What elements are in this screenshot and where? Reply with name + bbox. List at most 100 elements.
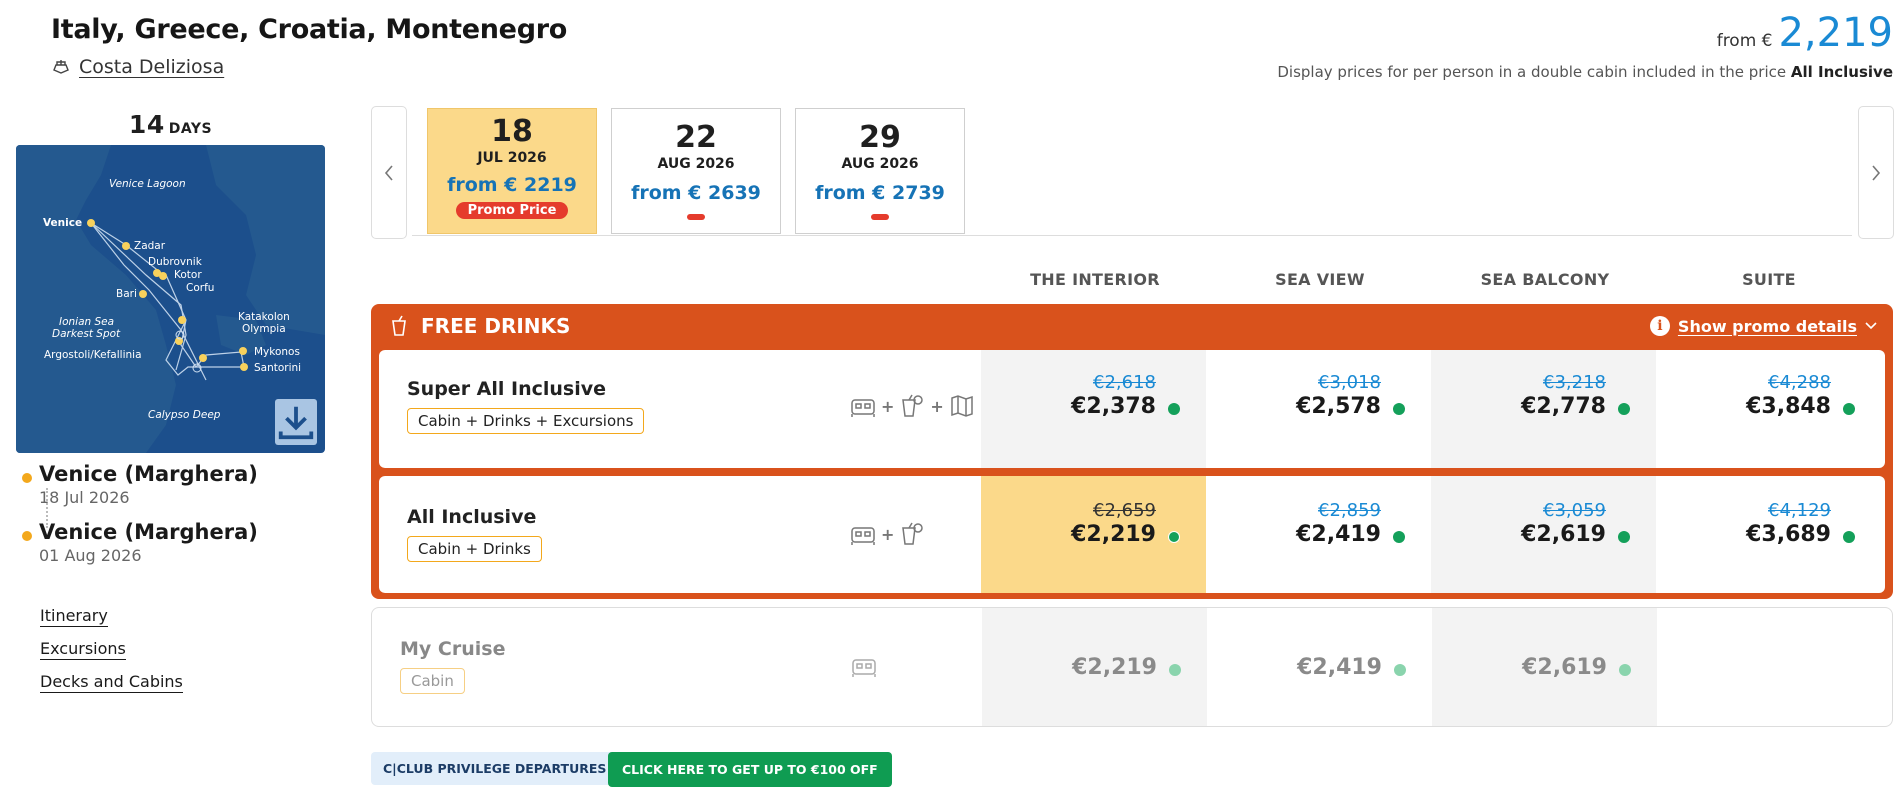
info-icon: i [1649, 316, 1670, 336]
price-cell-suite[interactable]: €4,288 €3,848 [1656, 350, 1881, 468]
date-month: AUG 2026 [841, 156, 919, 172]
package-super-all-inclusive: Super All Inclusive Cabin + Drinks + Exc… [379, 350, 1885, 468]
old-price: €2,659 [1093, 500, 1156, 521]
date-month: JUL 2026 [477, 150, 547, 166]
price-cell-sea-view[interactable]: €3,018 €2,578 [1206, 350, 1431, 468]
map-label-venice: Venice [43, 217, 82, 229]
date-price: from € 2639 [631, 182, 761, 204]
map-label-santorini: Santorini [254, 362, 301, 374]
date-option-18-jul[interactable]: 18 JUL 2026 from € 2219 Promo Price [427, 108, 597, 234]
stop-arrival: Venice (Marghera) 01 Aug 2026 [20, 520, 320, 578]
promo-badge: Promo Price [455, 202, 569, 219]
price-cell-suite-empty [1657, 608, 1882, 726]
promo-indicator [871, 214, 889, 220]
days-number: 14 [128, 110, 165, 139]
drinks-icon [902, 522, 924, 545]
package-name: Super All Inclusive [407, 378, 607, 400]
cabin-icon [851, 527, 875, 545]
plus-sign: + [881, 524, 895, 544]
date-month: AUG 2026 [657, 156, 735, 172]
availability-dot [1169, 664, 1181, 676]
price-cell-sea-view[interactable]: €2,859 €2,419 [1206, 476, 1431, 593]
header-price: from € 2,219 [1717, 10, 1893, 56]
price-note: Display prices for per person in a doubl… [1277, 63, 1893, 81]
column-interior: THE INTERIOR [1030, 270, 1160, 289]
stop-port: Venice (Marghera) [39, 462, 258, 486]
availability-dot [1618, 403, 1630, 415]
current-price: €2,219 [1071, 522, 1156, 547]
price-note-bold: All Inclusive [1790, 63, 1893, 81]
drink-icon [392, 315, 406, 336]
cclub-privilege-button[interactable]: C|CLUB PRIVILEGE DEPARTURES [371, 752, 619, 785]
date-day: 18 [491, 114, 533, 149]
date-option-22-aug[interactable]: 22 AUG 2026 from € 2639 [611, 108, 781, 234]
map-label-darkest-spot: Darkest Spot [52, 328, 121, 340]
ship-link[interactable]: Costa Deliziosa [51, 56, 224, 78]
old-price: €3,218 [1543, 372, 1606, 393]
date-option-29-aug[interactable]: 29 AUG 2026 from € 2739 [795, 108, 965, 234]
current-price: €2,378 [1071, 394, 1156, 419]
package-my-cruise: My Cruise Cabin €2,219 €2,419 €2,619 [371, 607, 1893, 727]
link-excursions[interactable]: Excursions [40, 639, 126, 660]
itinerary-map[interactable]: Venice Lagoon Venice Zadar Dubrovnik Kot… [16, 145, 325, 453]
old-price: €2,618 [1093, 372, 1156, 393]
cabin-icon [852, 659, 876, 677]
availability-dot [1168, 531, 1180, 543]
map-label-bari: Bari [116, 288, 137, 300]
page-title: Italy, Greece, Croatia, Montenegro [51, 14, 567, 45]
price-note-text: Display prices for per person in a doubl… [1277, 63, 1787, 81]
price-from-value: 2,219 [1778, 10, 1893, 56]
chevron-right-icon [1872, 164, 1881, 181]
promo-title-text: FREE DRINKS [421, 314, 571, 338]
current-price: €3,848 [1746, 394, 1831, 419]
price-cell-sea-balcony[interactable]: €3,059 €2,619 [1431, 476, 1656, 593]
plus-sign: + [930, 396, 944, 416]
package-name: My Cruise [400, 638, 506, 660]
dates-divider [412, 235, 1852, 236]
availability-dot [1843, 531, 1855, 543]
current-price: €2,778 [1521, 394, 1606, 419]
map-label-mykonos: Mykonos [254, 346, 300, 358]
package-all-inclusive: All Inclusive Cabin + Drinks + €2,659 €2… [379, 476, 1885, 593]
price-cell-interior[interactable]: €2,618 €2,378 [981, 350, 1206, 468]
map-label-argostoli: Argostoli/Kefallinia [44, 349, 142, 361]
package-tag: Cabin [400, 668, 465, 694]
show-promo-details[interactable]: i Show promo details [1649, 316, 1877, 336]
stop-dot [22, 531, 32, 541]
price-cell-interior-selected[interactable]: €2,659 €2,219 [981, 476, 1206, 593]
package-tag: Cabin + Drinks [407, 536, 542, 562]
stop-departure: Venice (Marghera) 18 Jul 2026 [20, 462, 320, 520]
stop-date: 18 Jul 2026 [39, 488, 130, 507]
map-label-kotor: Kotor [174, 269, 202, 281]
stop-date: 01 Aug 2026 [39, 546, 142, 565]
link-decks-cabins[interactable]: Decks and Cabins [40, 672, 183, 693]
price-cell-sea-view[interactable]: €2,419 [1207, 608, 1432, 726]
current-price: €2,619 [1522, 655, 1607, 680]
drinks-icon [902, 394, 924, 417]
date-price: from € 2739 [815, 182, 945, 204]
download-map-button[interactable] [275, 399, 317, 445]
column-sea-view: SEA VIEW [1275, 270, 1365, 289]
old-price: €2,859 [1318, 500, 1381, 521]
price-cell-sea-balcony[interactable]: €2,619 [1432, 608, 1657, 726]
availability-dot [1618, 531, 1630, 543]
map-label-venice-lagoon: Venice Lagoon [109, 178, 186, 190]
price-cell-interior[interactable]: €2,219 [982, 608, 1207, 726]
old-price: €4,129 [1768, 500, 1831, 521]
promo-details-label[interactable]: Show promo details [1678, 317, 1857, 336]
price-cell-suite[interactable]: €4,129 €3,689 [1656, 476, 1881, 593]
stop-dot [22, 473, 32, 483]
current-price: €2,419 [1296, 522, 1381, 547]
package-name: All Inclusive [407, 506, 537, 528]
promo-indicator [687, 214, 705, 220]
dates-next-button[interactable] [1858, 106, 1894, 239]
availability-dot [1619, 664, 1631, 676]
get-discount-button[interactable]: CLICK HERE TO GET UP TO €100 OFF [608, 752, 892, 787]
link-itinerary[interactable]: Itinerary [40, 606, 108, 627]
trip-duration: 14 DAYS [16, 110, 325, 139]
price-cell-sea-balcony[interactable]: €3,218 €2,778 [1431, 350, 1656, 468]
ship-name[interactable]: Costa Deliziosa [79, 56, 224, 78]
dates-prev-button[interactable] [371, 106, 407, 239]
days-label: DAYS [168, 121, 213, 137]
excursions-map-icon [951, 395, 973, 417]
